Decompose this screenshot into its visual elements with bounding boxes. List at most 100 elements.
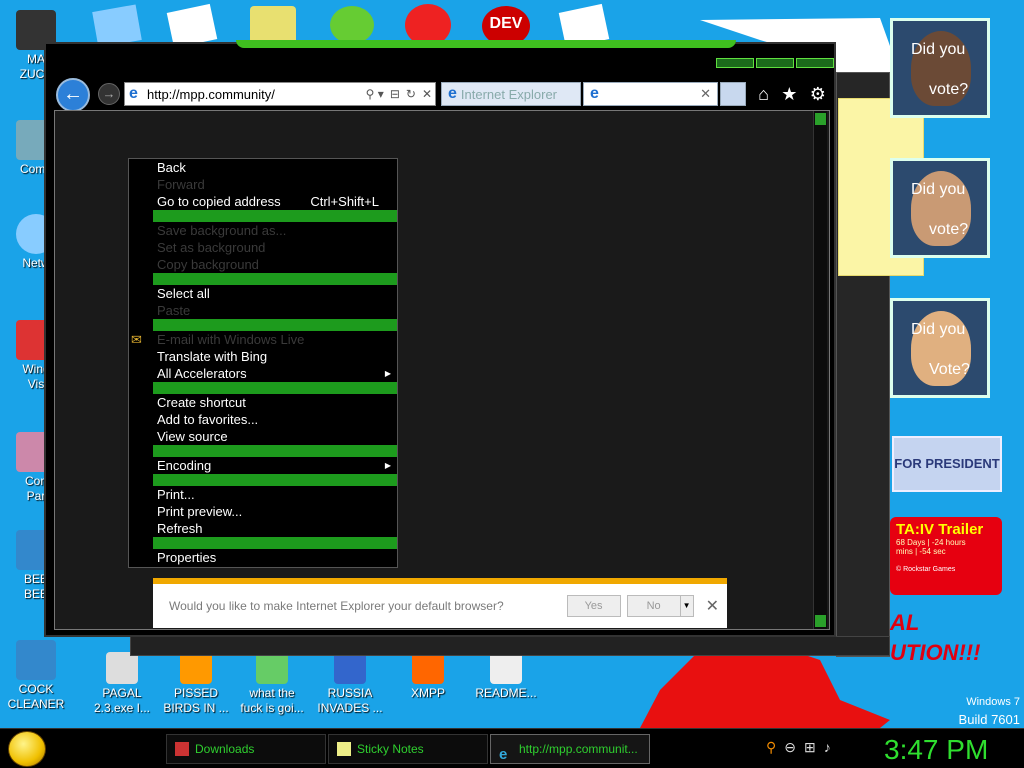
address-url[interactable]: http://mpp.community/: [147, 87, 363, 102]
tab-active[interactable]: e ✕: [583, 82, 718, 106]
top-icon-folder[interactable]: [250, 6, 296, 44]
taskbar: Downloads Sticky Notes e http://mpp.comm…: [0, 728, 1024, 768]
new-tab-button[interactable]: [720, 82, 746, 106]
home-icon[interactable]: ⌂: [758, 84, 769, 105]
president-label: FOR PRESIDENT: [894, 456, 1000, 471]
menu-item-go-to-copied-address[interactable]: Go to copied address Ctrl+Shift+L: [129, 193, 397, 210]
minimize-button[interactable]: [716, 58, 754, 68]
desktop-icon-label: RUSSIA INVADES ...: [317, 686, 383, 715]
tab-internet-explorer[interactable]: e Internet Explorer: [441, 82, 581, 106]
search-icon[interactable]: ⚲ ▾: [363, 87, 387, 101]
desktop-icon-russia[interactable]: RUSSIA INVADES ...: [310, 652, 390, 716]
favorites-star-icon[interactable]: ★: [781, 84, 797, 105]
build-label: Build 7601: [958, 712, 1020, 727]
tab-label: Internet Explorer: [460, 86, 558, 102]
menu-item-label: Print preview...: [157, 504, 243, 519]
menu-item-create-shortcut[interactable]: Create shortcut: [129, 394, 397, 411]
yes-button[interactable]: Yes: [566, 595, 621, 617]
menu-item-refresh[interactable]: Refresh: [129, 520, 397, 537]
menu-item-view-source[interactable]: View source: [129, 428, 397, 445]
ie-logo-icon: e: [448, 85, 457, 102]
president-gadget[interactable]: FOR PRESIDENT: [892, 436, 1002, 492]
desktop-icon-what-the[interactable]: what the fuck is goi...: [232, 652, 312, 716]
menu-item-select-all[interactable]: Select all: [129, 285, 397, 302]
gta-countdown-gadget[interactable]: TA:IV Trailer 68 Days | -24 hours mins |…: [890, 517, 1002, 595]
menu-item-copy-background: Copy background: [129, 256, 397, 273]
forward-button[interactable]: →: [98, 83, 120, 105]
menu-item-encoding[interactable]: Encoding ▶: [129, 457, 397, 474]
menu-item-print-preview[interactable]: Print preview...: [129, 503, 397, 520]
menu-item-label: E-mail with Windows Live: [157, 332, 305, 347]
app-icon: [412, 652, 444, 684]
ie-logo-icon: e: [590, 85, 599, 102]
chevron-down-icon[interactable]: ▼: [679, 595, 694, 617]
email-icon: ✉: [131, 332, 142, 347]
menu-item-back[interactable]: Back: [129, 159, 397, 176]
default-browser-notification: Would you like to make Internet Explorer…: [153, 578, 727, 628]
status-icon[interactable]: ⊖: [784, 739, 796, 756]
menu-item-add-to-favorites[interactable]: Add to favorites...: [129, 411, 397, 428]
start-button[interactable]: [8, 731, 46, 767]
os-watermark: Windows 7 Build 7601: [940, 694, 1020, 728]
desktop-icon-label: PAGAL 2.3.exe I...: [93, 686, 151, 715]
scroll-up-arrow[interactable]: [815, 113, 826, 125]
shortcut-icon: [16, 640, 56, 680]
menu-item-properties[interactable]: Properties: [129, 549, 397, 566]
menu-item-label: Encoding: [157, 458, 212, 473]
arrow-left-icon: ←: [63, 83, 83, 105]
arrow-right-icon: →: [102, 86, 116, 101]
refresh-icon[interactable]: ↻: [403, 87, 419, 101]
stop-icon[interactable]: ✕: [419, 87, 435, 101]
menu-item-label: Translate with Bing: [157, 349, 268, 364]
window-controls: [716, 58, 834, 68]
menu-item-label: Forward: [157, 177, 205, 192]
menu-item-save-background-as: Save background as...: [129, 222, 397, 239]
vertical-scrollbar[interactable]: [813, 111, 827, 629]
search-icon[interactable]: ⚲: [766, 739, 776, 756]
gear-icon[interactable]: ⚙: [810, 84, 826, 105]
top-icon-game[interactable]: [330, 6, 374, 44]
desktop-icon-pissed-birds[interactable]: PISSED BIRDS IN ...: [156, 652, 236, 716]
menu-item-translate-with-bing[interactable]: Translate with Bing: [129, 348, 397, 365]
back-button[interactable]: ←: [56, 78, 90, 112]
no-button[interactable]: No: [626, 595, 681, 617]
desktop-icon-cock-cleaner[interactable]: COCK CLEANER: [0, 640, 76, 712]
taskbar-sticky-notes[interactable]: Sticky Notes: [328, 734, 488, 764]
menu-separator: [153, 382, 397, 394]
submenu-arrow-icon: ▶: [384, 369, 391, 378]
menu-item-set-as-background: Set as background: [129, 239, 397, 256]
submenu-arrow-icon: ▶: [384, 461, 391, 470]
menu-item-label: Refresh: [157, 521, 203, 536]
top-icon-dev-label: DEV: [489, 15, 523, 32]
menu-item-label: Print...: [157, 487, 195, 502]
volume-icon[interactable]: ♪: [824, 739, 831, 756]
compat-view-icon[interactable]: ⊟: [387, 87, 403, 101]
vote-gadget-1[interactable]: Did you vote?: [890, 18, 990, 118]
desktop-icon-xmpp[interactable]: XMPP: [388, 652, 468, 701]
vote-gadget-3[interactable]: Did you Vote?: [890, 298, 990, 398]
taskbar-clock[interactable]: 3:47 PM: [884, 732, 988, 768]
vote-gadget-2[interactable]: Did you vote?: [890, 158, 990, 258]
wallpaper-red-text: AL UTION!!!: [890, 610, 981, 665]
menu-item-label: Paste: [157, 303, 191, 318]
close-icon[interactable]: ✕: [706, 596, 719, 616]
menu-item-print[interactable]: Print...: [129, 486, 397, 503]
file-icon: [106, 652, 138, 684]
close-tab-icon[interactable]: ✕: [700, 86, 711, 102]
menu-item-paste: Paste: [129, 302, 397, 319]
network-icon[interactable]: ⊞: [804, 739, 816, 756]
shortcut-icon: [334, 652, 366, 684]
desktop-icon-readme[interactable]: README...: [466, 652, 546, 701]
desktop-icon-label: COCK CLEANER: [7, 682, 65, 711]
scroll-down-arrow[interactable]: [815, 615, 826, 627]
maximize-button[interactable]: [756, 58, 794, 68]
notification-message: Would you like to make Internet Explorer…: [169, 599, 504, 613]
taskbar-downloads[interactable]: Downloads: [166, 734, 326, 764]
close-window-button[interactable]: [796, 58, 834, 68]
taskbar-internet-explorer[interactable]: e http://mpp.communit...: [490, 734, 650, 764]
address-bar[interactable]: e http://mpp.community/ ⚲ ▾ ⊟ ↻ ✕: [124, 82, 436, 106]
ie-logo-icon: e: [129, 85, 138, 102]
vote-line2: vote?: [929, 81, 969, 98]
desktop-icon-pagal[interactable]: PAGAL 2.3.exe I...: [82, 652, 162, 716]
menu-item-all-accelerators[interactable]: All Accelerators ▶: [129, 365, 397, 382]
